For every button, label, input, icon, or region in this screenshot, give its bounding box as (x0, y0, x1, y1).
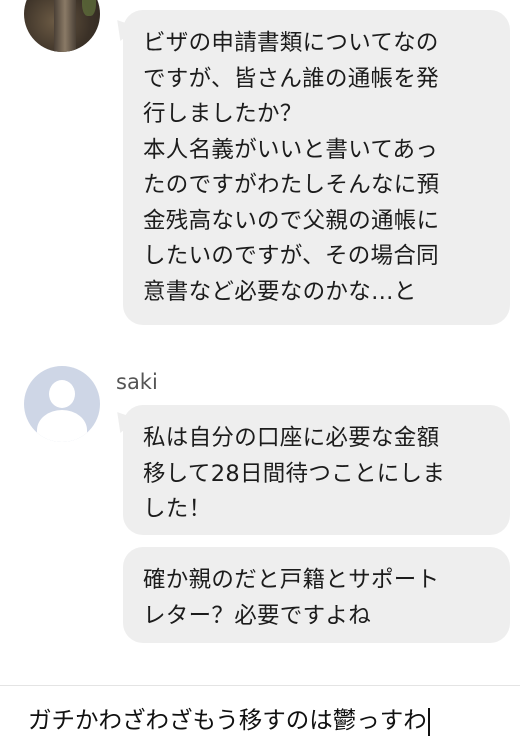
default-avatar-icon[interactable] (24, 366, 100, 442)
chat-message-list[interactable]: ビザの申請書類についてなの ですが、皆さん誰の通帳を発 行しましたか？ 本人名義… (0, 0, 520, 685)
message-input-text: ガチかわざわざもう移すのは鬱っすわ (28, 706, 427, 734)
message-bubble[interactable]: 私は自分の口座に必要な金額 移して28日間待つことにしま した！ (123, 405, 510, 535)
avatar-photo-leaf (82, 0, 96, 16)
message-bubble[interactable]: 確か親のだと戸籍とサポート レター？必要ですよね (123, 547, 510, 643)
sender-name: saki (116, 370, 158, 394)
message-input[interactable]: ガチかわざわざもう移すのは鬱っすわ (28, 700, 508, 740)
message-bubble[interactable]: ビザの申請書類についてなの ですが、皆さん誰の通帳を発 行しましたか？ 本人名義… (123, 10, 510, 325)
text-caret (427, 707, 430, 736)
avatar-head (49, 380, 75, 408)
user-avatar-photo[interactable] (24, 0, 100, 52)
avatar-photo-trunk (54, 0, 76, 52)
message-input-bar: ガチかわざわざもう移すのは鬱っすわ (0, 685, 520, 751)
avatar-body (37, 410, 87, 442)
